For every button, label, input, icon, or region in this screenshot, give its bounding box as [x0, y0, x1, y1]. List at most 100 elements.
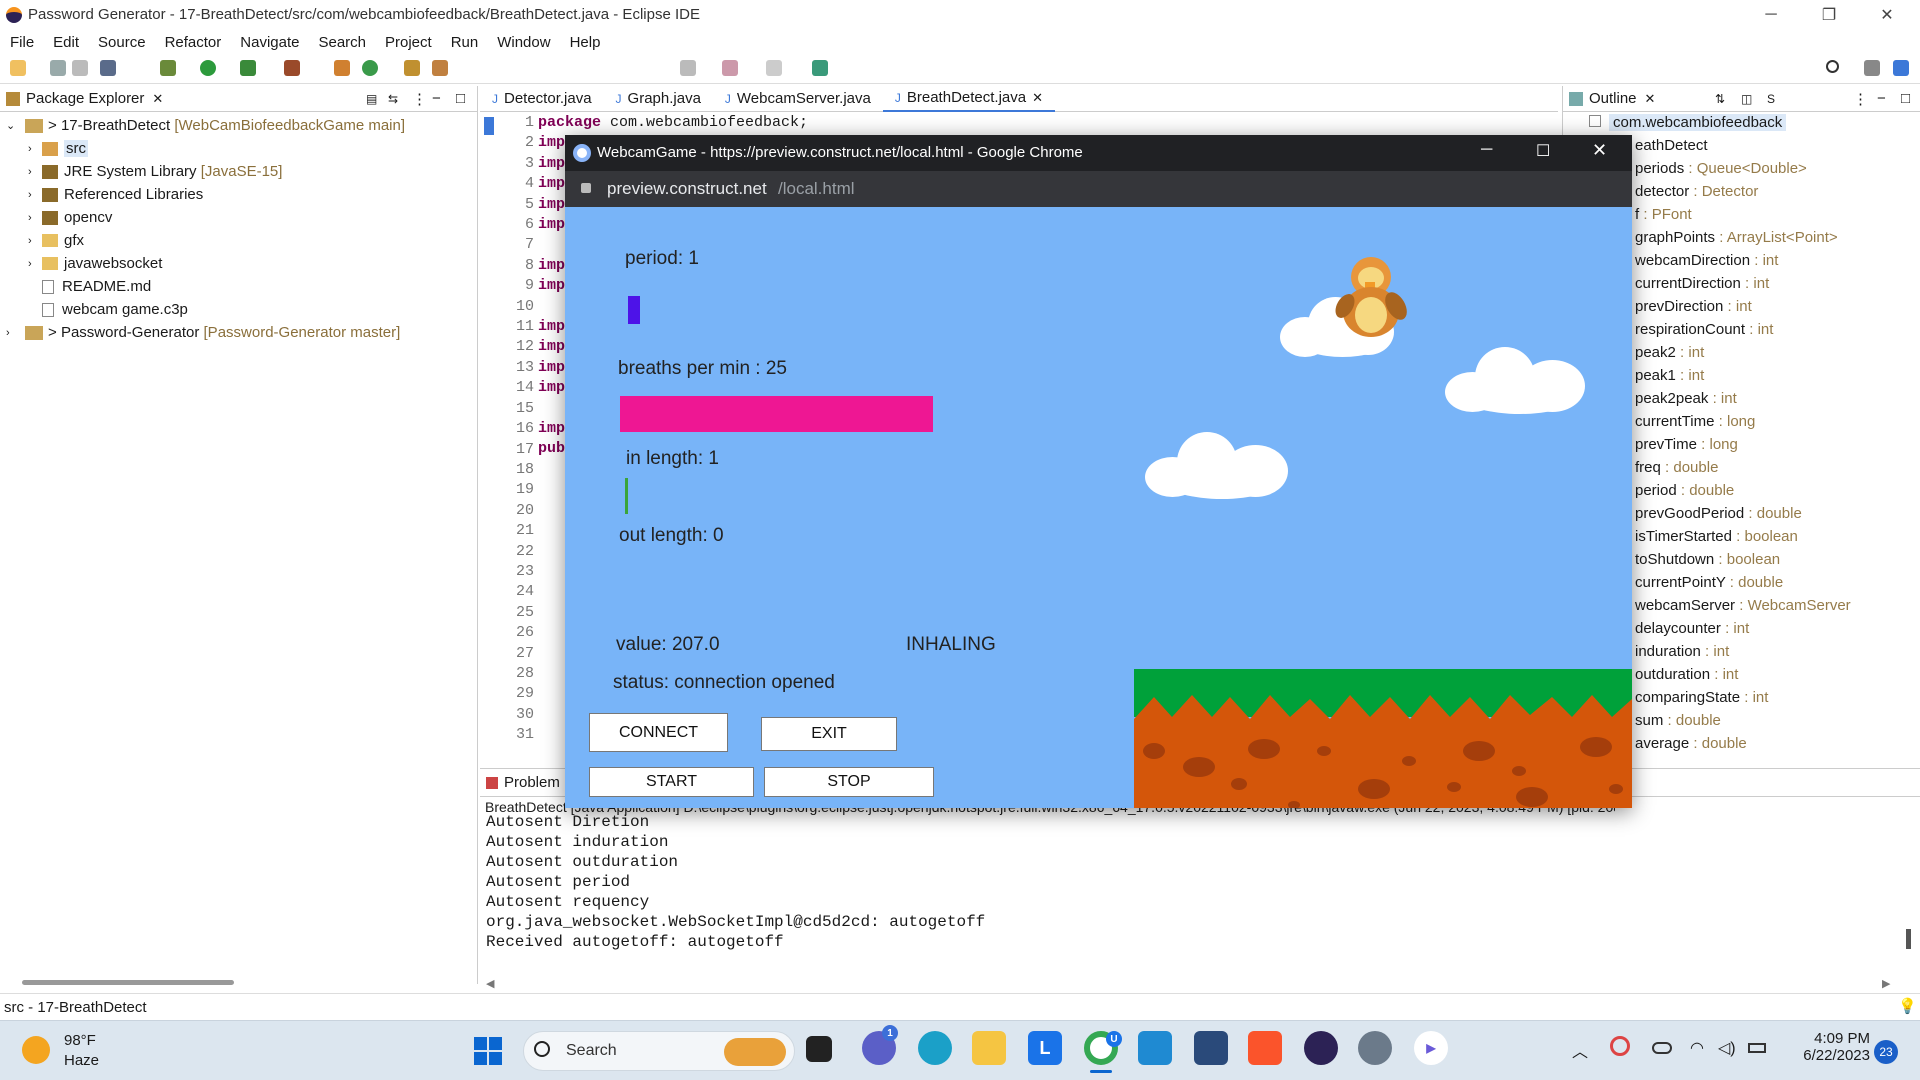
sort-icon[interactable]: ⇅ — [1715, 92, 1725, 106]
save-icon[interactable] — [50, 60, 66, 76]
start-button[interactable]: START — [589, 767, 754, 797]
menu-project[interactable]: Project — [385, 34, 432, 51]
horizontal-scrollbar[interactable] — [22, 980, 234, 985]
tree-item-ref-libs[interactable]: › Referenced Libraries — [0, 183, 477, 206]
outline-field[interactable]: period : double — [1635, 482, 1920, 505]
console-hscroll-right-icon[interactable]: ▶ — [1882, 977, 1890, 990]
chrome-minimize-button[interactable]: ─ — [1481, 141, 1492, 159]
console-output[interactable]: Autosent Diretion Autosent induration Auto… — [486, 813, 985, 953]
tab-detector[interactable]: J Detector.java — [480, 86, 604, 112]
external-tools-icon[interactable] — [284, 60, 300, 76]
close-tab-icon[interactable]: ✕ — [1032, 90, 1043, 106]
outline-class[interactable]: eathDetect — [1589, 137, 1920, 160]
new-java-project-icon[interactable] — [334, 60, 350, 76]
outline-field[interactable]: prevGoodPeriod : double — [1635, 505, 1920, 528]
tree-item-javawebsocket[interactable]: › javawebsocket — [0, 252, 477, 275]
java-perspective-icon[interactable] — [1893, 60, 1909, 76]
open-type-icon[interactable] — [404, 60, 420, 76]
outline-field[interactable]: respirationCount : int — [1635, 321, 1920, 344]
stop-button[interactable]: STOP — [764, 767, 934, 797]
restore-button[interactable]: ❐ — [1800, 0, 1858, 30]
maximize-view-icon[interactable]: □ — [456, 90, 465, 107]
outline-field[interactable]: f : PFont — [1635, 206, 1920, 229]
task-view-icon[interactable] — [806, 1036, 832, 1062]
outline-field[interactable]: freq : double — [1635, 459, 1920, 482]
volume-icon[interactable]: ◁) — [1718, 1038, 1736, 1058]
chrome-address-bar[interactable]: preview.construct.net /local.html — [565, 171, 1632, 207]
menu-run[interactable]: Run — [451, 34, 479, 51]
tree-item-src[interactable]: › src — [0, 137, 477, 160]
outline-field[interactable]: average : double — [1635, 735, 1920, 758]
outline-package[interactable]: com.webcambiofeedback — [1589, 114, 1920, 137]
outline-field[interactable]: detector : Detector — [1635, 183, 1920, 206]
notification-badge[interactable]: 23 — [1874, 1040, 1898, 1064]
start-button[interactable] — [474, 1037, 502, 1065]
outline-field[interactable]: currentPointY : double — [1635, 574, 1920, 597]
close-tab-icon[interactable]: ✕ — [1645, 91, 1656, 107]
teams-chat-icon[interactable]: 1 — [862, 1025, 898, 1065]
outline-field[interactable]: isTimerStarted : boolean — [1635, 528, 1920, 551]
tree-project-breathdetect[interactable]: ⌄ > 17-BreathDetect [WebCamBiofeedbackGa… — [0, 114, 477, 137]
vscode-icon[interactable] — [1138, 1031, 1172, 1065]
minimize-button[interactable]: ─ — [1742, 0, 1800, 30]
menu-navigate[interactable]: Navigate — [240, 34, 299, 51]
terminal-app-icon[interactable] — [1194, 1031, 1228, 1065]
weather-widget[interactable]: 98°F Haze — [22, 1032, 142, 1072]
outline-field[interactable]: induration : int — [1635, 643, 1920, 666]
run-icon[interactable] — [200, 60, 216, 76]
minimize-view-icon[interactable]: − — [432, 90, 441, 107]
collapse-all-icon[interactable]: ▤ — [366, 92, 377, 106]
outline-field[interactable]: peak2 : int — [1635, 344, 1920, 367]
outline-field[interactable]: comparingState : int — [1635, 689, 1920, 712]
exit-button[interactable]: EXIT — [761, 717, 897, 751]
launcher-l-icon[interactable]: L — [1028, 1031, 1062, 1065]
hide-static-icon[interactable]: S — [1767, 92, 1775, 106]
chrome-maximize-button[interactable]: ☐ — [1536, 141, 1550, 161]
outline-field[interactable]: periods : Queue<Double> — [1635, 160, 1920, 183]
new-icon[interactable] — [10, 60, 26, 76]
outline-field[interactable]: delaycounter : int — [1635, 620, 1920, 643]
close-tab-icon[interactable]: ✕ — [152, 91, 163, 107]
package-explorer-tab[interactable]: Package Explorer — [26, 90, 144, 107]
menu-edit[interactable]: Edit — [53, 34, 79, 51]
tray-cloud-icon[interactable] — [1652, 1042, 1672, 1054]
outline-tab[interactable]: Outline — [1589, 90, 1637, 107]
outline-field[interactable]: currentDirection : int — [1635, 275, 1920, 298]
chrome-close-button[interactable]: ✕ — [1592, 140, 1607, 161]
tab-graph[interactable]: J Graph.java — [604, 86, 713, 112]
battery-icon[interactable] — [1748, 1043, 1766, 1053]
open-perspective-icon[interactable] — [1864, 60, 1880, 76]
console-vscroll[interactable] — [1906, 929, 1911, 949]
menu-file[interactable]: File — [10, 34, 34, 51]
search-icon[interactable] — [1826, 60, 1839, 73]
tray-chevron-icon[interactable]: ︿ — [1572, 1038, 1588, 1062]
tip-icon[interactable]: 💡 — [1898, 997, 1917, 1015]
pin-editor-icon[interactable] — [812, 60, 828, 76]
menu-refactor[interactable]: Refactor — [165, 34, 222, 51]
taskbar-search[interactable]: Search — [523, 1031, 795, 1071]
wifi-icon[interactable]: ◠ — [1690, 1038, 1704, 1058]
maximize-view-icon[interactable]: □ — [1901, 90, 1910, 107]
tab-webcamserver[interactable]: J WebcamServer.java — [713, 86, 883, 112]
new-class-icon[interactable] — [362, 60, 378, 76]
outline-field[interactable]: peak2peak : int — [1635, 390, 1920, 413]
close-button[interactable]: ✕ — [1858, 0, 1916, 30]
console-hscroll-left-icon[interactable]: ◀ — [486, 977, 494, 990]
menu-help[interactable]: Help — [570, 34, 601, 51]
outline-field[interactable]: currentTime : long — [1635, 413, 1920, 436]
tree-item-opencv[interactable]: › opencv — [0, 206, 477, 229]
minimize-view-icon[interactable]: − — [1877, 90, 1886, 107]
save-all-icon[interactable] — [72, 60, 88, 76]
tree-item-jre[interactable]: › JRE System Library [JavaSE-15] — [0, 160, 477, 183]
tab-problems[interactable]: Problem — [504, 774, 560, 791]
edge-icon[interactable] — [918, 1031, 952, 1065]
prev-annotation-icon[interactable] — [680, 60, 696, 76]
outline-field[interactable]: prevTime : long — [1635, 436, 1920, 459]
tree-item-c3p[interactable]: webcam game.c3p — [0, 298, 477, 321]
connect-button[interactable]: CONNECT — [589, 713, 728, 752]
link-editor-icon[interactable]: ⇆ — [388, 92, 398, 106]
tab-breathdetect[interactable]: J BreathDetect.java ✕ — [882, 85, 1056, 112]
outline-field[interactable]: peak1 : int — [1635, 367, 1920, 390]
outline-field[interactable]: webcamDirection : int — [1635, 252, 1920, 275]
outline-field[interactable]: outduration : int — [1635, 666, 1920, 689]
